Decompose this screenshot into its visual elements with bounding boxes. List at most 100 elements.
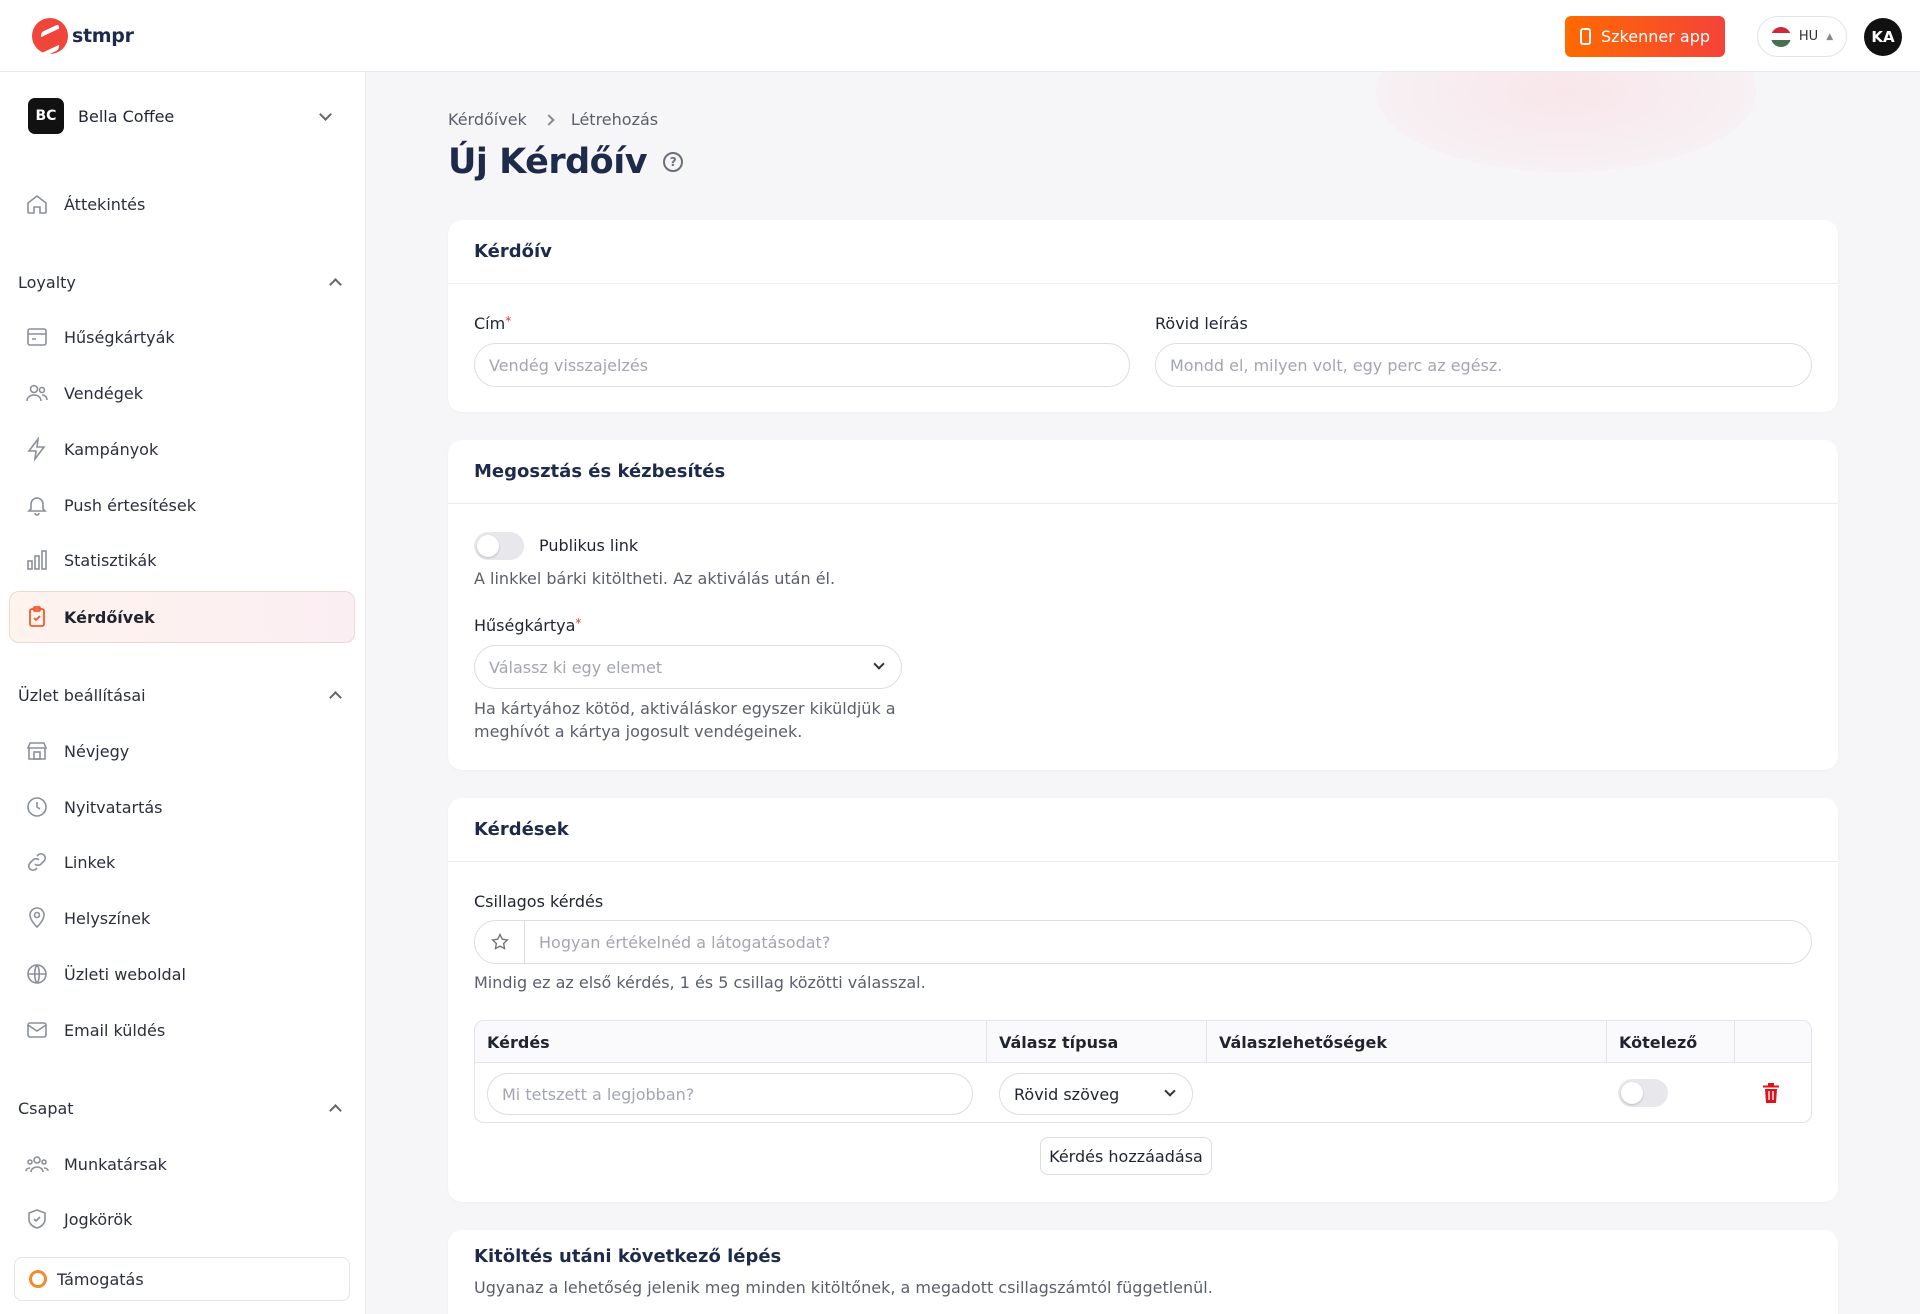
loyalty-card-hint-line-1: Ha kártyához kötöd, aktiváláskor egyszer… bbox=[474, 699, 896, 718]
survey-card: Kérdőív Cím* Vendég visszajelzés Rövid l… bbox=[448, 220, 1838, 412]
trash-icon[interactable] bbox=[1763, 1083, 1779, 1103]
main-content: Kérdőívek Létrehozás Új Kérdőív ? Kérdőí… bbox=[366, 72, 1920, 1314]
support-button[interactable]: Támogatás bbox=[14, 1257, 350, 1301]
sidebar-item-label: Linkek bbox=[64, 852, 116, 872]
business-switcher[interactable]: BC Bella Coffee bbox=[28, 96, 340, 136]
breadcrumb-link-surveys[interactable]: Kérdőívek bbox=[448, 110, 527, 129]
sidebar-item-business-card[interactable]: Névjegy bbox=[24, 729, 348, 773]
star-icon bbox=[475, 921, 525, 963]
sidebar-item-campaigns[interactable]: Kampányok bbox=[24, 427, 348, 471]
chevron-right-icon bbox=[543, 113, 555, 126]
sidebar-item-label: Helyszínek bbox=[64, 908, 151, 928]
next-step-card: Kitöltés utáni következő lépés Ugyanaz a… bbox=[448, 1230, 1838, 1314]
section-toggle-loyalty[interactable]: Loyalty bbox=[18, 273, 342, 292]
description-label: Rövid leírás bbox=[1155, 314, 1248, 333]
logo-text: stmpr bbox=[72, 25, 134, 47]
public-link-toggle[interactable] bbox=[474, 532, 524, 560]
public-link-label: Publikus link bbox=[539, 536, 639, 555]
column-header-answer-type: Válasz típusa bbox=[987, 1021, 1207, 1063]
card-header: Kérdőív bbox=[448, 220, 1838, 284]
select-placeholder: Válassz ki egy elemet bbox=[489, 657, 663, 677]
star-question-input[interactable]: Hogyan értékelnéd a látogatásodat? bbox=[474, 920, 1812, 964]
section-toggle-store-settings[interactable]: Üzlet beállításai bbox=[18, 686, 342, 705]
loyalty-card-label: Hűségkártya* bbox=[474, 616, 582, 635]
page-title: Új Kérdőív ? bbox=[448, 142, 684, 182]
question-input[interactable]: Mi tetszett a legjobban? bbox=[487, 1073, 973, 1115]
top-bar: stmpr Szkenner app HU ▲ KA bbox=[0, 0, 1920, 72]
column-header-required: Kötelező bbox=[1607, 1021, 1735, 1063]
sidebar-item-links[interactable]: Linkek bbox=[24, 840, 348, 884]
scanner-app-button[interactable]: Szkenner app bbox=[1565, 16, 1725, 57]
caret-up-icon: ▲ bbox=[1826, 31, 1834, 42]
user-avatar[interactable]: KA bbox=[1864, 18, 1902, 56]
sidebar-item-label: Üzleti weboldal bbox=[64, 964, 186, 984]
star-question-placeholder: Hogyan értékelnéd a látogatásodat? bbox=[539, 932, 831, 952]
chevron-up-icon bbox=[329, 278, 342, 291]
sidebar-item-loyalty-cards[interactable]: Hűségkártyák bbox=[24, 315, 348, 359]
chevron-down-icon bbox=[319, 107, 332, 121]
hungary-flag-icon bbox=[1770, 26, 1791, 47]
sidebar-item-roles[interactable]: Jogkörök bbox=[24, 1197, 348, 1241]
business-name: Bella Coffee bbox=[78, 106, 175, 126]
loyalty-card-select[interactable]: Válassz ki egy elemet bbox=[474, 645, 902, 689]
breadcrumb-current: Létrehozás bbox=[570, 110, 659, 129]
link-icon bbox=[24, 849, 50, 875]
support-label: Támogatás bbox=[57, 1269, 144, 1289]
loyalty-card-hint-line-2: meghívót a kártya jogosult vendégeinek. bbox=[474, 722, 803, 741]
sidebar-item-email-sending[interactable]: Email küldés bbox=[24, 1008, 348, 1052]
sidebar-item-business-website[interactable]: Üzleti weboldal bbox=[24, 952, 348, 996]
help-icon[interactable]: ? bbox=[663, 152, 684, 172]
sidebar-item-statistics[interactable]: Statisztikák bbox=[24, 538, 348, 582]
sidebar-item-locations[interactable]: Helyszínek bbox=[24, 896, 348, 940]
card-header: Kérdések bbox=[448, 798, 1838, 862]
sidebar-item-colleagues[interactable]: Munkatársak bbox=[24, 1142, 348, 1186]
title-input[interactable]: Vendég visszajelzés bbox=[474, 343, 1130, 387]
sidebar-item-label: Jogkörök bbox=[64, 1209, 133, 1229]
chevron-up-icon bbox=[329, 691, 342, 704]
sidebar-item-opening-hours[interactable]: Nyitvatartás bbox=[24, 785, 348, 829]
sidebar-item-label: Kampányok bbox=[64, 439, 159, 459]
clipboard-icon bbox=[24, 604, 50, 630]
logo[interactable]: stmpr bbox=[32, 18, 134, 54]
sidebar-item-overview[interactable]: Áttekintés bbox=[24, 182, 348, 226]
section-title: Csapat bbox=[18, 1099, 74, 1118]
card-icon bbox=[24, 324, 50, 350]
support-icon bbox=[29, 1270, 47, 1288]
mail-icon bbox=[24, 1017, 50, 1043]
pin-icon bbox=[24, 905, 50, 931]
chevron-down-icon bbox=[873, 658, 885, 670]
chevron-up-icon bbox=[329, 1104, 342, 1117]
card-header: Kitöltés utáni következő lépés bbox=[474, 1246, 782, 1267]
sidebar-item-label: Névjegy bbox=[64, 741, 130, 761]
sidebar-item-label: Statisztikák bbox=[64, 550, 157, 570]
add-question-button[interactable]: Kérdés hozzáadása bbox=[1040, 1137, 1212, 1175]
questions-card: Kérdések Csillagos kérdés Hogyan értékel… bbox=[448, 798, 1838, 1202]
description-input[interactable]: Mondd el, milyen volt, egy perc az egész… bbox=[1155, 343, 1812, 387]
sidebar-item-label: Munkatársak bbox=[64, 1154, 167, 1174]
required-toggle[interactable] bbox=[1618, 1079, 1668, 1107]
background-glow bbox=[1376, 72, 1756, 172]
chevron-down-icon bbox=[1164, 1085, 1176, 1097]
language-label: HU bbox=[1798, 29, 1819, 44]
star-question-label: Csillagos kérdés bbox=[474, 892, 604, 911]
logo-icon bbox=[32, 18, 68, 54]
sidebar-item-label: Hűségkártyák bbox=[64, 327, 175, 347]
sidebar-item-push-notifications[interactable]: Push értesítések bbox=[24, 483, 348, 527]
section-toggle-team[interactable]: Csapat bbox=[18, 1099, 342, 1118]
section-title: Üzlet beállításai bbox=[18, 686, 146, 705]
language-selector[interactable]: HU ▲ bbox=[1757, 16, 1847, 57]
breadcrumb: Kérdőívek Létrehozás bbox=[448, 110, 658, 129]
sidebar-item-surveys[interactable]: Kérdőívek bbox=[9, 591, 355, 643]
sidebar-item-guests[interactable]: Vendégek bbox=[24, 371, 348, 415]
card-header: Megosztás és kézbesítés bbox=[448, 440, 1838, 504]
sharing-card: Megosztás és kézbesítés Publikus link A … bbox=[448, 440, 1838, 770]
title-label: Cím* bbox=[474, 314, 512, 333]
questions-table: Kérdés Válasz típusa Válaszlehetőségek K… bbox=[474, 1020, 1812, 1123]
sidebar-item-label: Áttekintés bbox=[64, 194, 146, 214]
table-header: Kérdés Válasz típusa Válaszlehetőségek K… bbox=[475, 1021, 1811, 1063]
phone-icon bbox=[1580, 28, 1591, 45]
bell-icon bbox=[24, 492, 50, 518]
clock-icon bbox=[24, 794, 50, 820]
shield-icon bbox=[24, 1206, 50, 1232]
answer-type-select[interactable]: Rövid szöveg bbox=[999, 1073, 1193, 1115]
